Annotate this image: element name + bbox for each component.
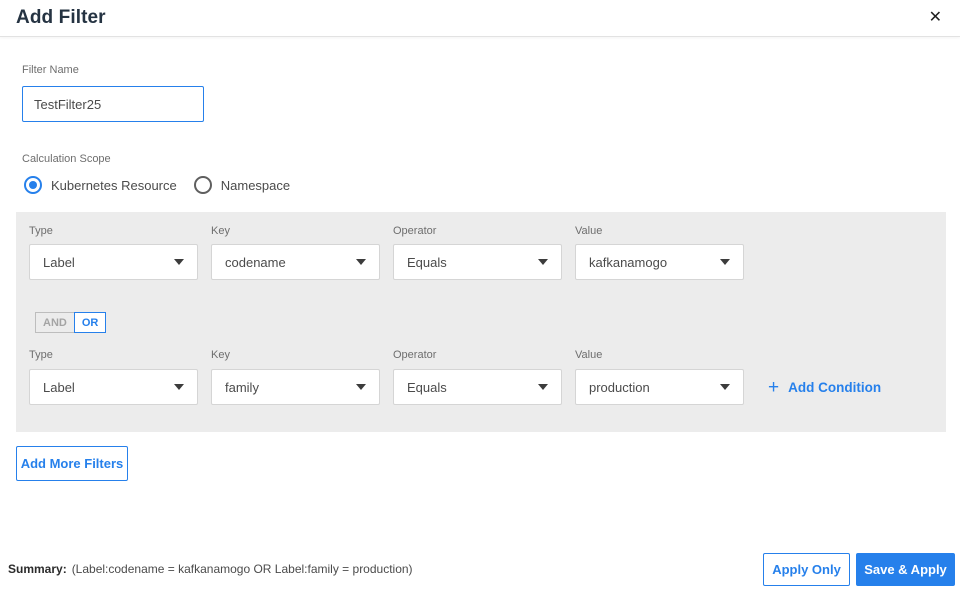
operator-dropdown[interactable]: Equals bbox=[393, 369, 562, 405]
caret-down-icon bbox=[174, 259, 184, 265]
caret-down-icon bbox=[174, 384, 184, 390]
operator-column-label: Operator bbox=[393, 225, 437, 237]
caret-down-icon bbox=[538, 384, 548, 390]
radio-selected-icon bbox=[24, 176, 42, 194]
summary: Summary: (Label:codename = kafkanamogo OR… bbox=[8, 562, 413, 576]
add-condition-label: Add Condition bbox=[788, 379, 882, 395]
radio-unselected-icon bbox=[193, 176, 212, 194]
key-column-label: Key bbox=[211, 349, 230, 361]
logic-toggle: AND OR bbox=[35, 312, 107, 333]
dropdown-value: Label bbox=[43, 379, 75, 395]
dropdown-value: Equals bbox=[407, 254, 447, 270]
dropdown-value: Label bbox=[43, 254, 75, 270]
filter-name-label: Filter Name bbox=[22, 64, 79, 76]
and-toggle-button[interactable]: AND bbox=[35, 312, 75, 333]
dropdown-value: family bbox=[225, 379, 259, 395]
type-dropdown[interactable]: Label bbox=[29, 244, 198, 280]
close-button[interactable]: ✕ bbox=[927, 6, 944, 30]
add-more-filters-button[interactable]: Add More Filters bbox=[16, 446, 128, 481]
add-filter-dialog: Add Filter ✕ Filter Name Calculation Sco… bbox=[0, 0, 960, 595]
or-toggle-button[interactable]: OR bbox=[73, 312, 107, 333]
close-icon: ✕ bbox=[928, 9, 942, 26]
caret-down-icon bbox=[720, 259, 730, 265]
type-column-label: Type bbox=[29, 225, 53, 237]
key-dropdown[interactable]: codename bbox=[211, 244, 380, 280]
conditions-panel: Type Key Operator Value Label codename E… bbox=[16, 212, 946, 432]
dropdown-value: codename bbox=[225, 254, 286, 270]
filter-name-input[interactable] bbox=[22, 86, 204, 122]
caret-down-icon bbox=[720, 384, 730, 390]
plus-icon: + bbox=[768, 376, 780, 398]
caret-down-icon bbox=[538, 259, 548, 265]
key-dropdown[interactable]: family bbox=[211, 369, 380, 405]
dropdown-value: production bbox=[589, 379, 650, 395]
calculation-scope-label: Calculation Scope bbox=[22, 153, 111, 165]
save-apply-button[interactable]: Save & Apply bbox=[856, 553, 955, 586]
operator-dropdown[interactable]: Equals bbox=[393, 244, 562, 280]
add-condition-button[interactable]: + Add Condition bbox=[768, 369, 881, 405]
value-column-label: Value bbox=[575, 349, 603, 361]
caret-down-icon bbox=[356, 384, 366, 390]
dialog-title: Add Filter bbox=[16, 7, 106, 28]
dropdown-value: kafkanamogo bbox=[589, 254, 668, 270]
value-dropdown[interactable]: kafkanamogo bbox=[575, 244, 744, 280]
radio-namespace[interactable]: Namespace bbox=[193, 176, 291, 194]
operator-column-label: Operator bbox=[393, 349, 437, 361]
dialog-header: Add Filter ✕ bbox=[0, 0, 960, 37]
key-column-label: Key bbox=[211, 225, 230, 237]
summary-text: (Label:codename = kafkanamogo OR Label:f… bbox=[71, 562, 413, 576]
calculation-scope-radio-group: Kubernetes Resource Namespace bbox=[24, 176, 290, 194]
type-dropdown[interactable]: Label bbox=[29, 369, 198, 405]
type-column-label: Type bbox=[29, 349, 53, 361]
value-column-label: Value bbox=[575, 225, 603, 237]
apply-only-button[interactable]: Apply Only bbox=[763, 553, 850, 586]
value-dropdown[interactable]: production bbox=[575, 369, 744, 405]
dropdown-value: Equals bbox=[407, 379, 447, 395]
summary-label: Summary: bbox=[8, 562, 67, 576]
radio-label: Namespace bbox=[220, 177, 291, 193]
radio-label: Kubernetes Resource bbox=[51, 177, 177, 193]
radio-kubernetes-resource[interactable]: Kubernetes Resource bbox=[24, 176, 177, 194]
caret-down-icon bbox=[356, 259, 366, 265]
